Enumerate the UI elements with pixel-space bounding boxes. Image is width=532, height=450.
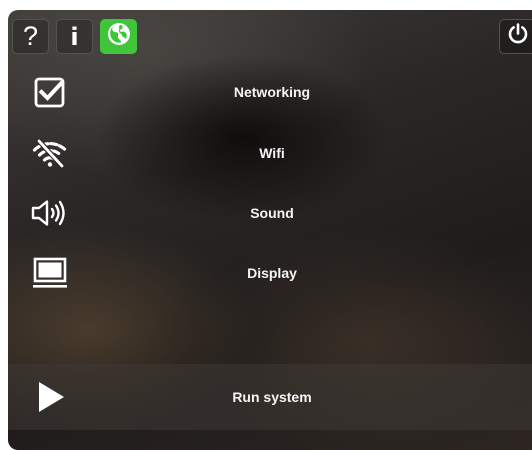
info-button[interactable]: i (56, 19, 93, 54)
globe-icon (107, 22, 131, 51)
power-button[interactable] (499, 19, 532, 54)
menu-item-networking[interactable]: Networking (8, 62, 532, 122)
language-button[interactable] (100, 19, 137, 54)
info-button-label: i (70, 22, 79, 51)
menu-item-networking-label: Networking (233, 84, 311, 100)
help-button-label: ? (22, 21, 39, 51)
run-system-button[interactable]: Run system (8, 364, 532, 430)
menu-item-display-label: Display (247, 265, 297, 281)
launcher-window: ? i Networking Wifi Sound Display Run sy… (8, 10, 532, 450)
help-button[interactable]: ? (12, 19, 49, 54)
power-icon (506, 22, 530, 51)
menu-item-sound-label: Sound (250, 205, 294, 221)
menu-item-sound[interactable]: Sound (8, 183, 532, 243)
run-system-label: Run system (232, 389, 312, 405)
menu-item-wifi[interactable]: Wifi (8, 123, 532, 183)
menu-item-display[interactable]: Display (8, 243, 532, 303)
menu-item-wifi-label: Wifi (259, 145, 285, 161)
